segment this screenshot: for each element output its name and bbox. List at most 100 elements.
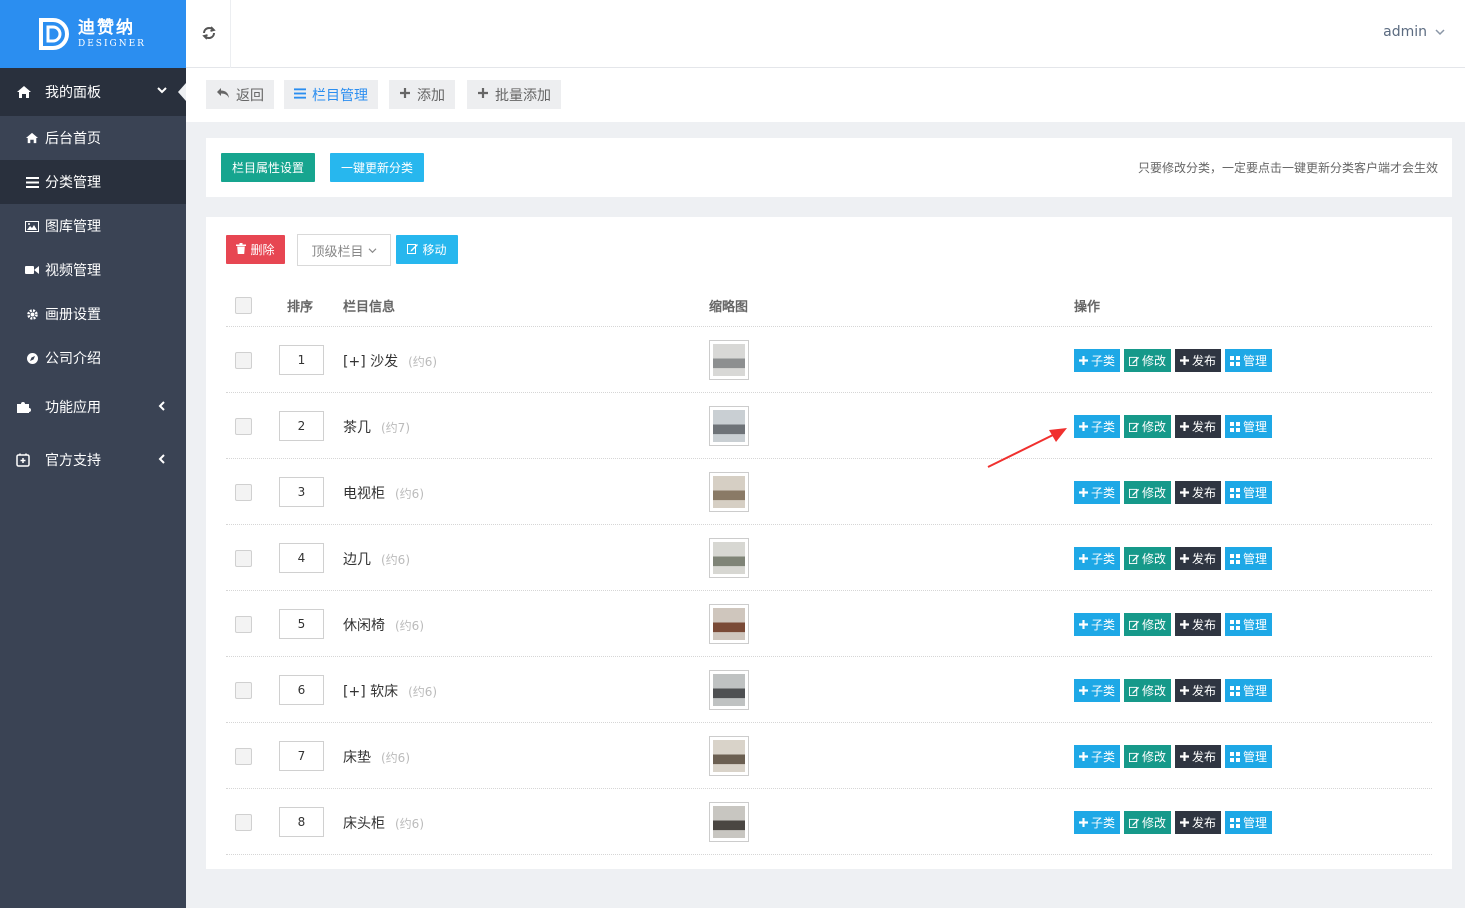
row-checkbox[interactable] (235, 682, 252, 699)
sidebar-item-about[interactable]: 公司介绍 (0, 336, 186, 380)
row-actions: 子类 修改 发布 管理 (1074, 349, 1273, 372)
row-checkbox[interactable] (235, 814, 252, 831)
add-subclass-button[interactable]: 子类 (1074, 745, 1121, 768)
publish-button[interactable]: 发布 (1175, 415, 1222, 438)
refresh-icon[interactable] (202, 26, 216, 44)
sidebar-item-video[interactable]: 视频管理 (0, 248, 186, 292)
column-name[interactable]: 电视柜 (343, 486, 385, 502)
column-attr-button[interactable]: 栏目属性设置 (221, 153, 315, 182)
tab-column-manage[interactable]: 栏目管理 (284, 80, 378, 109)
column-name[interactable]: 茶几 (343, 420, 371, 436)
add-subclass-button[interactable]: 子类 (1074, 811, 1121, 834)
logo[interactable]: 迪赞纳 DESIGNER (0, 0, 186, 68)
row-checkbox[interactable] (235, 616, 252, 633)
update-category-button[interactable]: 一键更新分类 (330, 153, 424, 182)
plus-icon (1180, 356, 1190, 365)
row-checkbox[interactable] (235, 352, 252, 369)
thumbnail[interactable] (709, 406, 749, 446)
manage-button[interactable]: 管理 (1225, 745, 1273, 768)
add-subclass-button[interactable]: 子类 (1074, 349, 1121, 372)
active-notch (178, 83, 186, 101)
sidebar-group-support[interactable]: 官方支持 (0, 433, 186, 486)
sort-input[interactable]: 8 (279, 807, 324, 837)
select-all-checkbox[interactable] (235, 297, 252, 314)
list-icon (294, 87, 306, 103)
chevron-left-icon (158, 453, 166, 469)
publish-button[interactable]: 发布 (1175, 613, 1222, 636)
thumbnail[interactable] (709, 736, 749, 776)
add-subclass-button[interactable]: 子类 (1074, 481, 1121, 504)
column-name[interactable]: 床垫 (343, 750, 371, 766)
column-name[interactable]: 休闲椅 (343, 618, 385, 634)
add-subclass-button[interactable]: 子类 (1074, 613, 1121, 636)
thumbnail[interactable] (709, 802, 749, 842)
sidebar-item-category[interactable]: 分类管理 (0, 160, 186, 204)
row-checkbox[interactable] (235, 484, 252, 501)
publish-button[interactable]: 发布 (1175, 547, 1222, 570)
sort-input[interactable]: 4 (279, 543, 324, 573)
sort-input[interactable]: 6 (279, 675, 324, 705)
delete-button[interactable]: 删除 (226, 235, 285, 264)
category-list-panel: 删除 顶级栏目 移动 排序 栏目信息 缩略图 操作 1 [+] 沙发 (约6) 子类修… (206, 217, 1452, 869)
tab-back[interactable]: 返回 (206, 80, 274, 109)
column-name[interactable]: [+] 沙发 (343, 354, 398, 370)
edit-button[interactable]: 修改 (1124, 547, 1172, 570)
button-label: 管理 (1243, 684, 1268, 698)
sidebar-dashboard[interactable]: 我的面板 (0, 68, 186, 116)
manage-button[interactable]: 管理 (1225, 811, 1273, 834)
sort-value: 7 (297, 749, 306, 763)
publish-button[interactable]: 发布 (1175, 349, 1222, 372)
move-button[interactable]: 移动 (396, 235, 458, 264)
edit-button[interactable]: 修改 (1124, 415, 1172, 438)
sidebar-item-gallery[interactable]: 图库管理 (0, 204, 186, 248)
sort-input[interactable]: 7 (279, 741, 324, 771)
manage-button[interactable]: 管理 (1225, 349, 1273, 372)
publish-button[interactable]: 发布 (1175, 481, 1222, 504)
list-icon (24, 176, 40, 188)
publish-button[interactable]: 发布 (1175, 679, 1222, 702)
row-checkbox[interactable] (235, 418, 252, 435)
plus-icon (1079, 620, 1088, 629)
column-name[interactable]: 床头柜 (343, 816, 385, 832)
sort-input[interactable]: 5 (279, 609, 324, 639)
add-subclass-button[interactable]: 子类 (1074, 679, 1121, 702)
manage-button[interactable]: 管理 (1225, 679, 1273, 702)
parent-column-select[interactable]: 顶级栏目 (297, 234, 391, 266)
tab-add[interactable]: 添加 (389, 80, 455, 109)
sort-input[interactable]: 1 (279, 345, 324, 375)
row-checkbox[interactable] (235, 748, 252, 765)
edit-button[interactable]: 修改 (1124, 811, 1172, 834)
edit-button[interactable]: 修改 (1124, 745, 1172, 768)
thumbnail[interactable] (709, 538, 749, 578)
thumbnail[interactable] (709, 604, 749, 644)
sort-input[interactable]: 3 (279, 477, 324, 507)
edit-button[interactable]: 修改 (1124, 613, 1172, 636)
sort-value: 3 (297, 485, 306, 499)
sort-input[interactable]: 2 (279, 411, 324, 441)
sidebar-item-album[interactable]: 画册设置 (0, 292, 186, 336)
manage-button[interactable]: 管理 (1225, 481, 1273, 504)
publish-button[interactable]: 发布 (1175, 745, 1222, 768)
edit-button[interactable]: 修改 (1124, 481, 1172, 504)
manage-button[interactable]: 管理 (1225, 415, 1273, 438)
edit-button[interactable]: 修改 (1124, 349, 1172, 372)
plus-icon (1079, 356, 1088, 365)
sidebar-item-home[interactable]: 后台首页 (0, 116, 186, 160)
row-checkbox[interactable] (235, 550, 252, 567)
thumbnail[interactable] (709, 340, 749, 380)
publish-button[interactable]: 发布 (1175, 811, 1222, 834)
thumbnail[interactable] (709, 670, 749, 710)
sort-value: 5 (297, 617, 306, 631)
row-actions: 子类 修改 发布 管理 (1074, 415, 1273, 438)
user-menu[interactable]: admin (1383, 24, 1445, 40)
thumbnail[interactable] (709, 472, 749, 512)
manage-button[interactable]: 管理 (1225, 613, 1273, 636)
edit-button[interactable]: 修改 (1124, 679, 1172, 702)
column-name[interactable]: [+] 软床 (343, 684, 398, 700)
column-name[interactable]: 边几 (343, 552, 371, 568)
manage-button[interactable]: 管理 (1225, 547, 1273, 570)
sidebar-group-apps[interactable]: 功能应用 (0, 380, 186, 433)
tab-batch-add[interactable]: 批量添加 (467, 80, 561, 109)
add-subclass-button[interactable]: 子类 (1074, 547, 1121, 570)
add-subclass-button[interactable]: 子类 (1074, 415, 1121, 438)
